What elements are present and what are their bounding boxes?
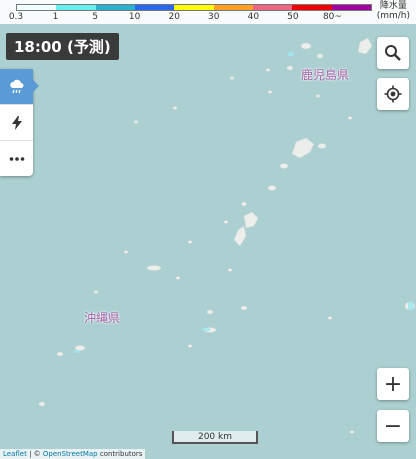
legend-swatch (213, 5, 253, 10)
search-icon (385, 45, 401, 61)
rain-layer-button[interactable] (0, 69, 39, 105)
locate-icon (384, 85, 402, 103)
legend-swatch (17, 5, 57, 10)
scale-bar: 200 km (172, 431, 258, 444)
legend-swatch (56, 5, 96, 10)
legend-unit: 降水量 (mm/h) (377, 1, 410, 21)
legend-swatch (252, 5, 293, 10)
legend-swatch (174, 5, 214, 10)
rain-cloud-icon (9, 79, 23, 93)
zoom-out-button[interactable]: − (377, 410, 409, 442)
lightning-icon (11, 115, 22, 130)
attribution-contributors: contributors (97, 450, 143, 458)
legend-swatch (134, 5, 175, 10)
map-label-okinawa: 沖縄県 (84, 311, 121, 325)
legend-color-bar (16, 4, 372, 11)
forecast-time-label: 18:00 (予測) (6, 33, 119, 60)
layer-side-menu (0, 69, 39, 176)
legend-swatch (292, 5, 332, 10)
map-canvas[interactable] (0, 0, 416, 459)
legend-swatch (95, 5, 135, 10)
legend-tick-label: 0.3 (8, 12, 24, 22)
legend-tick-label: 5 (92, 12, 98, 22)
legend-unit-title: 降水量 (379, 1, 407, 11)
legend-tick-label: 40 (247, 12, 260, 22)
legend-unit-measure: (mm/h) (376, 11, 410, 21)
legend-tick-label: 80~ (322, 12, 342, 22)
osm-link[interactable]: OpenStreetMap (43, 450, 98, 458)
attribution-separator: | © (26, 450, 43, 458)
map-label-kagoshima: 鹿児島県 (301, 68, 350, 82)
more-options-button[interactable] (0, 141, 33, 176)
leaflet-link[interactable]: Leaflet (3, 450, 27, 458)
zoom-in-button[interactable]: + (377, 368, 409, 400)
more-icon (9, 156, 24, 161)
precipitation-legend: 0.3 1 5 10 20 30 40 50 80~ 降水量 (mm/h) (0, 0, 416, 24)
lightning-layer-button[interactable] (0, 105, 33, 141)
legend-tick-label: 50 (287, 12, 299, 22)
legend-tick-label: 20 (168, 12, 180, 22)
legend-swatch (331, 5, 371, 10)
locate-button[interactable] (377, 78, 409, 110)
map-attribution: Leaflet | © OpenStreetMap contributors (0, 449, 146, 459)
legend-tick-label: 10 (128, 12, 141, 22)
legend-tick-label: 30 (208, 12, 220, 22)
legend-tick-label: 1 (52, 12, 59, 22)
search-button[interactable] (377, 37, 409, 69)
